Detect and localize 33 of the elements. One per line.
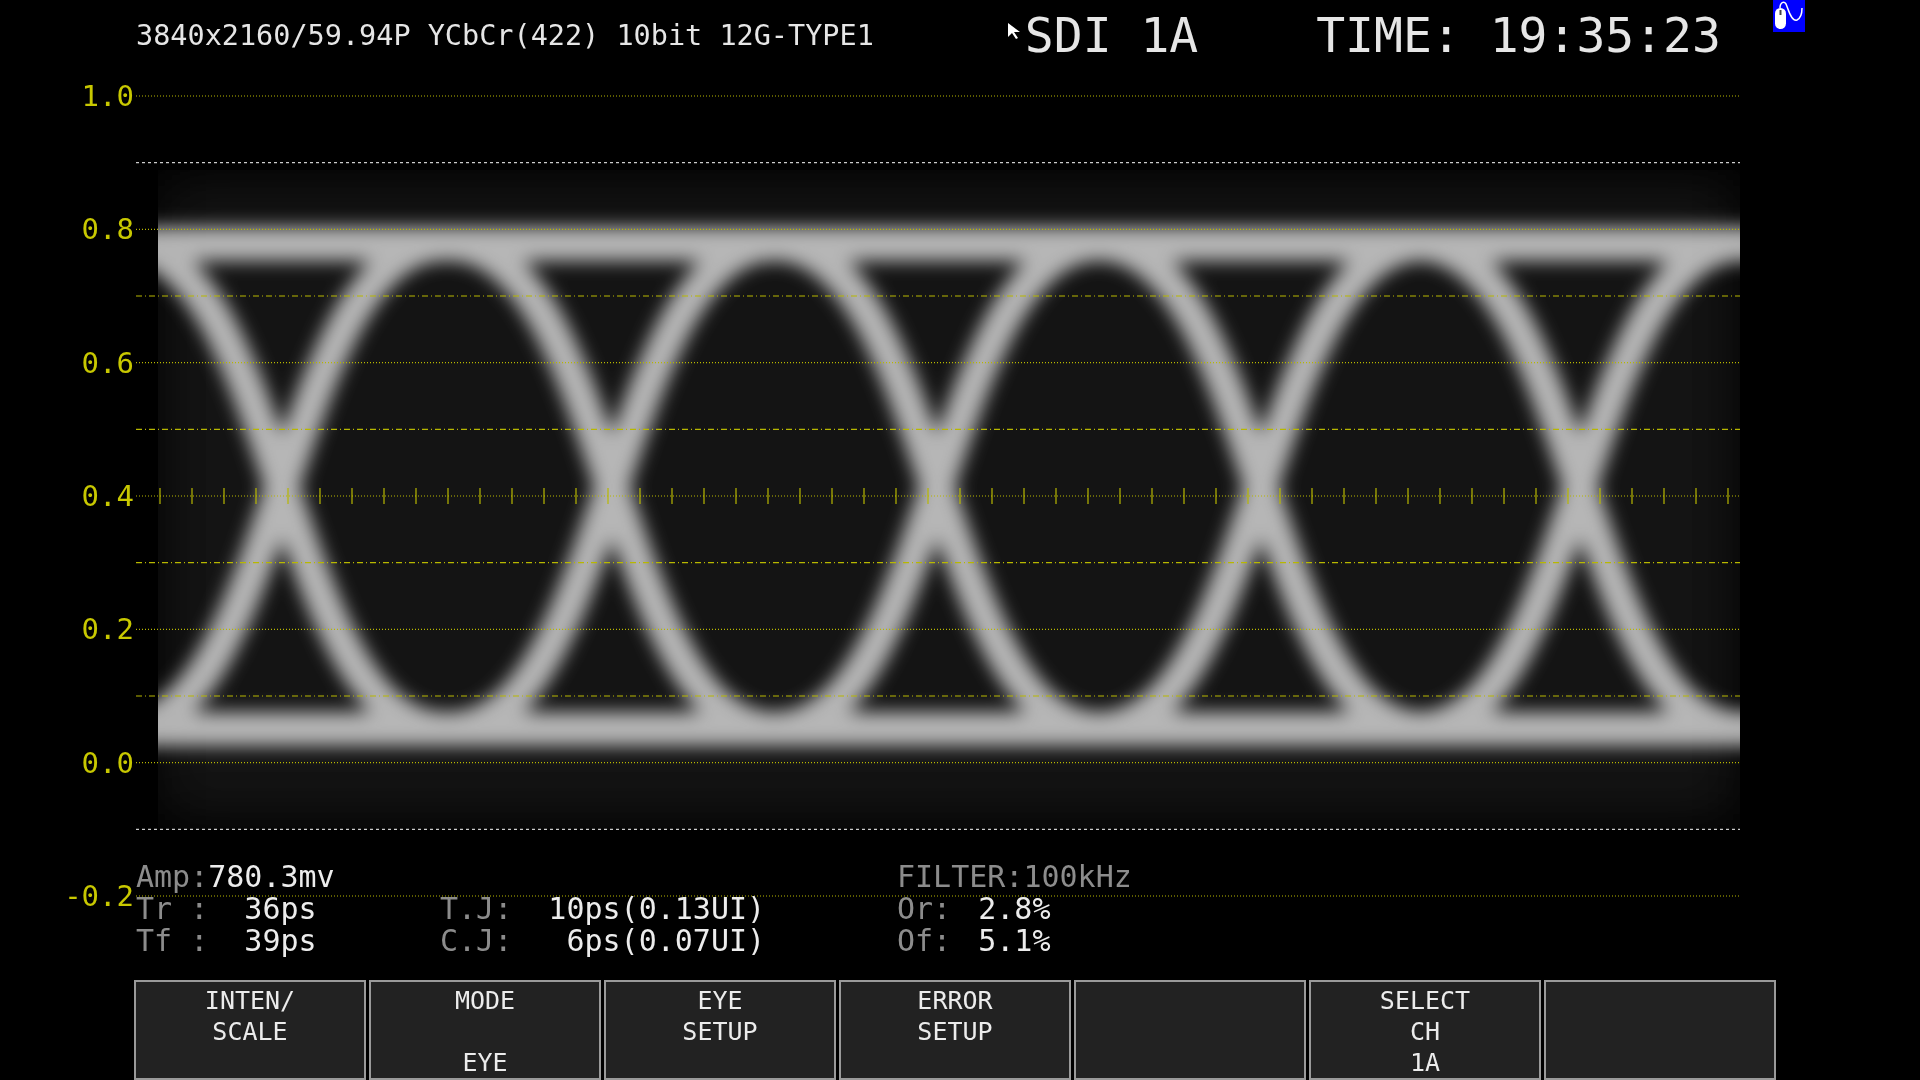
- softkey-button[interactable]: ERROR SETUP: [839, 980, 1071, 1080]
- measurement-label: Tf :: [136, 925, 210, 957]
- input-channel: SDI 1A: [1024, 7, 1199, 63]
- softkey-button[interactable]: SELECT CH 1A: [1309, 980, 1541, 1080]
- scale-label: 0.2: [81, 612, 134, 647]
- measurement-value: 6ps(0.07UI): [566, 925, 766, 957]
- measurement-label: Or:: [897, 893, 953, 925]
- cursor-arrow-icon: [1006, 22, 1021, 40]
- measurement-label: C.J:: [440, 925, 514, 957]
- softkey-button[interactable]: INTEN/ SCALE: [134, 980, 366, 1080]
- measurement-value: 36ps: [244, 893, 317, 925]
- time-label: TIME:: [1316, 7, 1461, 63]
- scale-label: 0.0: [81, 745, 134, 780]
- time-value: 19:35:23: [1489, 7, 1721, 63]
- measurement-value: 5.1%: [977, 925, 1051, 957]
- measurement-label: T.J:: [440, 893, 514, 925]
- softkey-button[interactable]: EYE SETUP: [604, 980, 836, 1080]
- amplitude-value: 780.3mv: [208, 861, 335, 893]
- measurement-label: Of:: [897, 925, 953, 957]
- scale-label: 0.6: [81, 345, 134, 380]
- scale-label: 0.8: [81, 212, 134, 247]
- amplitude-label: Amp:: [136, 861, 209, 893]
- scale-label: 1.0: [81, 79, 134, 113]
- filter-setting: FILTER:100kHz: [897, 861, 1132, 893]
- softkey-button[interactable]: MODE EYE: [369, 980, 601, 1080]
- measurement-value: 2.8%: [977, 893, 1051, 925]
- measurement-value: 39ps: [244, 925, 317, 957]
- scale-label: 0.4: [81, 479, 134, 513]
- scale-label: -0.2: [64, 879, 134, 910]
- measurement-label: Tr :: [136, 893, 210, 925]
- mouse-icon: [1772, 0, 1805, 32]
- signal-format: 3840x2160/59.94P YCbCr(422) 10bit 12G-TYPE1: [136, 18, 874, 52]
- measurement-value: 10ps(0.13UI): [548, 893, 766, 925]
